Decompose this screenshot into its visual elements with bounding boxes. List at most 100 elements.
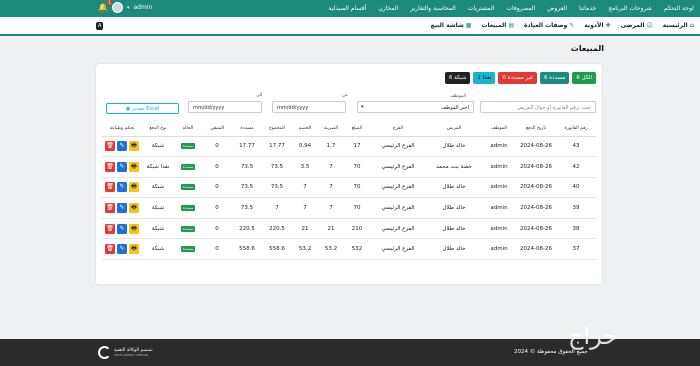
print-button[interactable]: 🖶	[129, 244, 139, 255]
sub-nav-item[interactable]: ▤ المبيعات	[481, 22, 514, 29]
cell-remaining: 0	[202, 177, 232, 199]
sub-nav-item[interactable]: ✎ وصفات العيادة	[524, 22, 574, 29]
cell-remaining: 0	[202, 197, 232, 219]
status-badge: مسددة	[180, 143, 196, 150]
filter-cash-button[interactable]: نقدا 1	[473, 72, 496, 84]
sub-nav-item[interactable]: ▦ شاشة البيع	[431, 22, 472, 29]
home-icon: ⌂	[689, 22, 694, 29]
status-badge: مسددة	[180, 184, 196, 191]
cell-total: 73.5	[262, 156, 292, 178]
top-nav-item[interactable]: خدماتنا	[579, 5, 596, 12]
cell-discount: 7	[292, 177, 318, 199]
cell-id: 38	[556, 218, 596, 240]
sub-nav-item[interactable]: ☺ المرضى	[621, 22, 653, 29]
column-header: رقم الفاتورة	[556, 122, 596, 137]
date-to-input[interactable]: mm/dd/yyyy	[188, 101, 262, 113]
cell-employee: admin	[482, 136, 516, 158]
watermark-text: حراج	[568, 322, 619, 350]
filter-network-button[interactable]: شبكة 6	[444, 72, 471, 84]
edit-button[interactable]: ✎	[117, 182, 127, 193]
print-button[interactable]: 🖶	[129, 141, 139, 152]
column-header: الموظف	[482, 122, 516, 137]
notification-badge: 1	[107, 0, 112, 5]
filter-unpaid-button[interactable]: غير مسددة 0	[498, 72, 538, 84]
employee-select[interactable]: اختر الموظف ▾	[357, 101, 474, 113]
row-actions: 🖶 ✎ 🗑	[102, 223, 142, 234]
edit-button[interactable]: ✎	[117, 161, 127, 172]
row-actions: 🖶 ✎ 🗑	[102, 203, 142, 214]
cell-patient: حصة بنت محمد	[426, 156, 482, 178]
date-from-input[interactable]: mm/dd/yyyy	[272, 101, 346, 113]
delete-button[interactable]: 🗑	[105, 244, 115, 255]
row-actions: 🖶 ✎ 🗑	[102, 141, 142, 152]
status-cell: مسددة	[174, 156, 202, 178]
sales-card: الكل 6 مسددة 6 غير مسددة 0 نقدا 1 شبكة 6…	[96, 64, 602, 284]
sub-nav-item[interactable]: ⌂ الرئيسية	[663, 22, 694, 29]
print-button[interactable]: 🖶	[129, 203, 139, 214]
username: admin	[133, 4, 153, 11]
cell-paid: 558.6	[232, 238, 262, 261]
cell-date: 2024-08-26	[516, 177, 556, 199]
table-row: 42 2024-08-26 admin حصة بنت محمد الفرع الرئي…	[102, 156, 596, 178]
export-excel-label: تصدير Excel	[131, 106, 160, 112]
top-nav-item[interactable]: المخازن	[378, 5, 398, 12]
cell-tax: 7	[318, 197, 344, 219]
edit-button[interactable]: ✎	[117, 203, 127, 214]
language-toggle[interactable]: A	[96, 22, 104, 30]
sub-nav-item[interactable]: ✚ الأدوية	[584, 22, 610, 29]
table-row: 38 2024-08-26 admin خالد طلال الفرع الرئيسي 2…	[102, 218, 596, 240]
print-button[interactable]: 🖶	[129, 161, 139, 172]
top-nav-item[interactable]: أقسام الصيدلية	[328, 5, 366, 12]
status-badge: مسددة	[180, 205, 196, 212]
table-row: 40 2024-08-26 admin خالد طلال الفرع الرئيسي 7…	[102, 177, 596, 199]
date-from-label: من	[342, 93, 348, 98]
edit-button[interactable]: ✎	[117, 244, 127, 255]
employee-label: الموظف	[450, 94, 466, 99]
edit-button[interactable]: ✎	[117, 141, 127, 152]
top-nav-item[interactable]: العروض	[547, 5, 567, 12]
top-nav-item[interactable]: المشتريات	[468, 5, 495, 12]
page-title: المبيعات	[570, 44, 604, 53]
column-header: المريض	[426, 122, 482, 137]
user-menu[interactable]: admin ▾ 🔔 1	[98, 0, 153, 13]
delete-button[interactable]: 🗑	[105, 182, 115, 193]
search-input[interactable]: بحث برقم الفاتورة او جوال المريض	[480, 101, 596, 113]
export-excel-button[interactable]: ▣ تصدير Excel	[106, 103, 179, 114]
cell-employee: admin	[482, 197, 516, 219]
top-nav-item[interactable]: المحاسبة والتقارير	[410, 5, 456, 12]
cell-branch: الفرع الرئيسي	[370, 177, 426, 199]
chevron-down-icon: ▾	[361, 104, 364, 110]
filter-paid-button[interactable]: مسددة 6	[540, 72, 570, 84]
cell-branch: الفرع الرئيسي	[370, 218, 426, 240]
print-button[interactable]: 🖶	[129, 182, 139, 193]
print-button[interactable]: 🖶	[129, 223, 139, 234]
filter-all-button[interactable]: الكل 6	[572, 72, 596, 84]
cell-paid: 73.5	[232, 156, 262, 178]
cell-discount: 3.5	[292, 156, 318, 178]
cell-pay: شبكة	[142, 218, 174, 240]
edit-button[interactable]: ✎	[117, 223, 127, 234]
cell-paid: 73.5	[232, 197, 262, 219]
cell-employee: admin	[482, 238, 516, 261]
delete-button[interactable]: 🗑	[105, 161, 115, 172]
status-cell: مسددة	[174, 197, 202, 219]
sub-nav-label: الرئيسية	[662, 22, 688, 29]
top-nav-item[interactable]: لوحة التحكم	[664, 5, 694, 12]
delete-button[interactable]: 🗑	[105, 223, 115, 234]
cell-branch: الفرع الرئيسي	[370, 197, 426, 219]
bell-icon[interactable]: 🔔 1	[98, 0, 112, 12]
delete-button[interactable]: 🗑	[105, 141, 115, 152]
actions-cell: 🖶 ✎ 🗑	[102, 136, 142, 158]
top-nav-item[interactable]: المصروفات	[506, 5, 535, 12]
column-header: الضريبة	[318, 122, 344, 137]
column-header: المجموع	[262, 122, 292, 137]
avatar[interactable]	[111, 2, 123, 13]
status-badge: مسددة	[180, 246, 196, 253]
cell-patient: خالد طلال	[426, 177, 482, 199]
top-nav-item[interactable]: شروحات البرنامج	[608, 5, 652, 12]
cell-branch: الفرع الرئيسي	[370, 136, 426, 158]
delete-button[interactable]: 🗑	[105, 203, 115, 214]
cell-branch: الفرع الرئيسي	[370, 238, 426, 261]
cell-remaining: 0	[202, 218, 232, 240]
cell-patient: خالد طلال	[426, 238, 482, 261]
